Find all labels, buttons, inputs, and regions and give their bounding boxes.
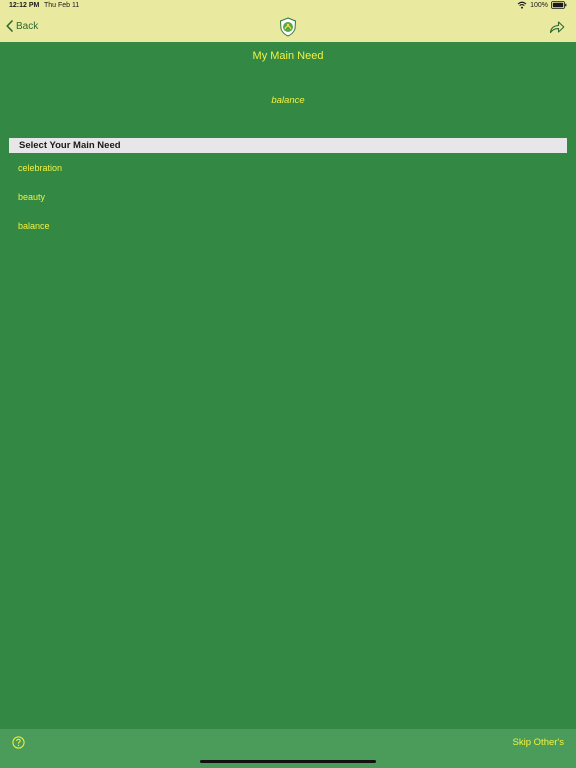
status-time: 12:12 PM xyxy=(9,2,40,9)
question-circle-icon xyxy=(12,736,25,749)
wifi-icon xyxy=(517,1,527,9)
option-balance[interactable]: balance xyxy=(18,221,50,231)
status-indicators: 100% xyxy=(517,1,567,9)
page-title: My Main Need xyxy=(252,50,324,62)
section-header: Select Your Main Need xyxy=(9,138,567,153)
skip-others-button[interactable]: Skip Other's xyxy=(513,737,564,748)
option-beauty[interactable]: beauty xyxy=(18,192,45,202)
selected-need-value: balance xyxy=(271,95,305,106)
battery-icon xyxy=(551,1,567,9)
home-indicator xyxy=(200,760,376,763)
chevron-left-icon xyxy=(6,20,13,32)
back-label: Back xyxy=(16,20,39,32)
back-button[interactable]: Back xyxy=(6,20,38,32)
app-logo xyxy=(278,17,298,37)
share-arrow-icon xyxy=(549,21,565,34)
status-date: Thu Feb 11 xyxy=(44,2,80,9)
navigation-bar: 12:12 PM Thu Feb 11 100% Back xyxy=(0,0,576,42)
option-celebration[interactable]: celebration xyxy=(18,163,62,173)
share-button[interactable] xyxy=(549,20,565,34)
battery-percentage: 100% xyxy=(530,1,548,9)
help-button[interactable] xyxy=(12,736,25,749)
